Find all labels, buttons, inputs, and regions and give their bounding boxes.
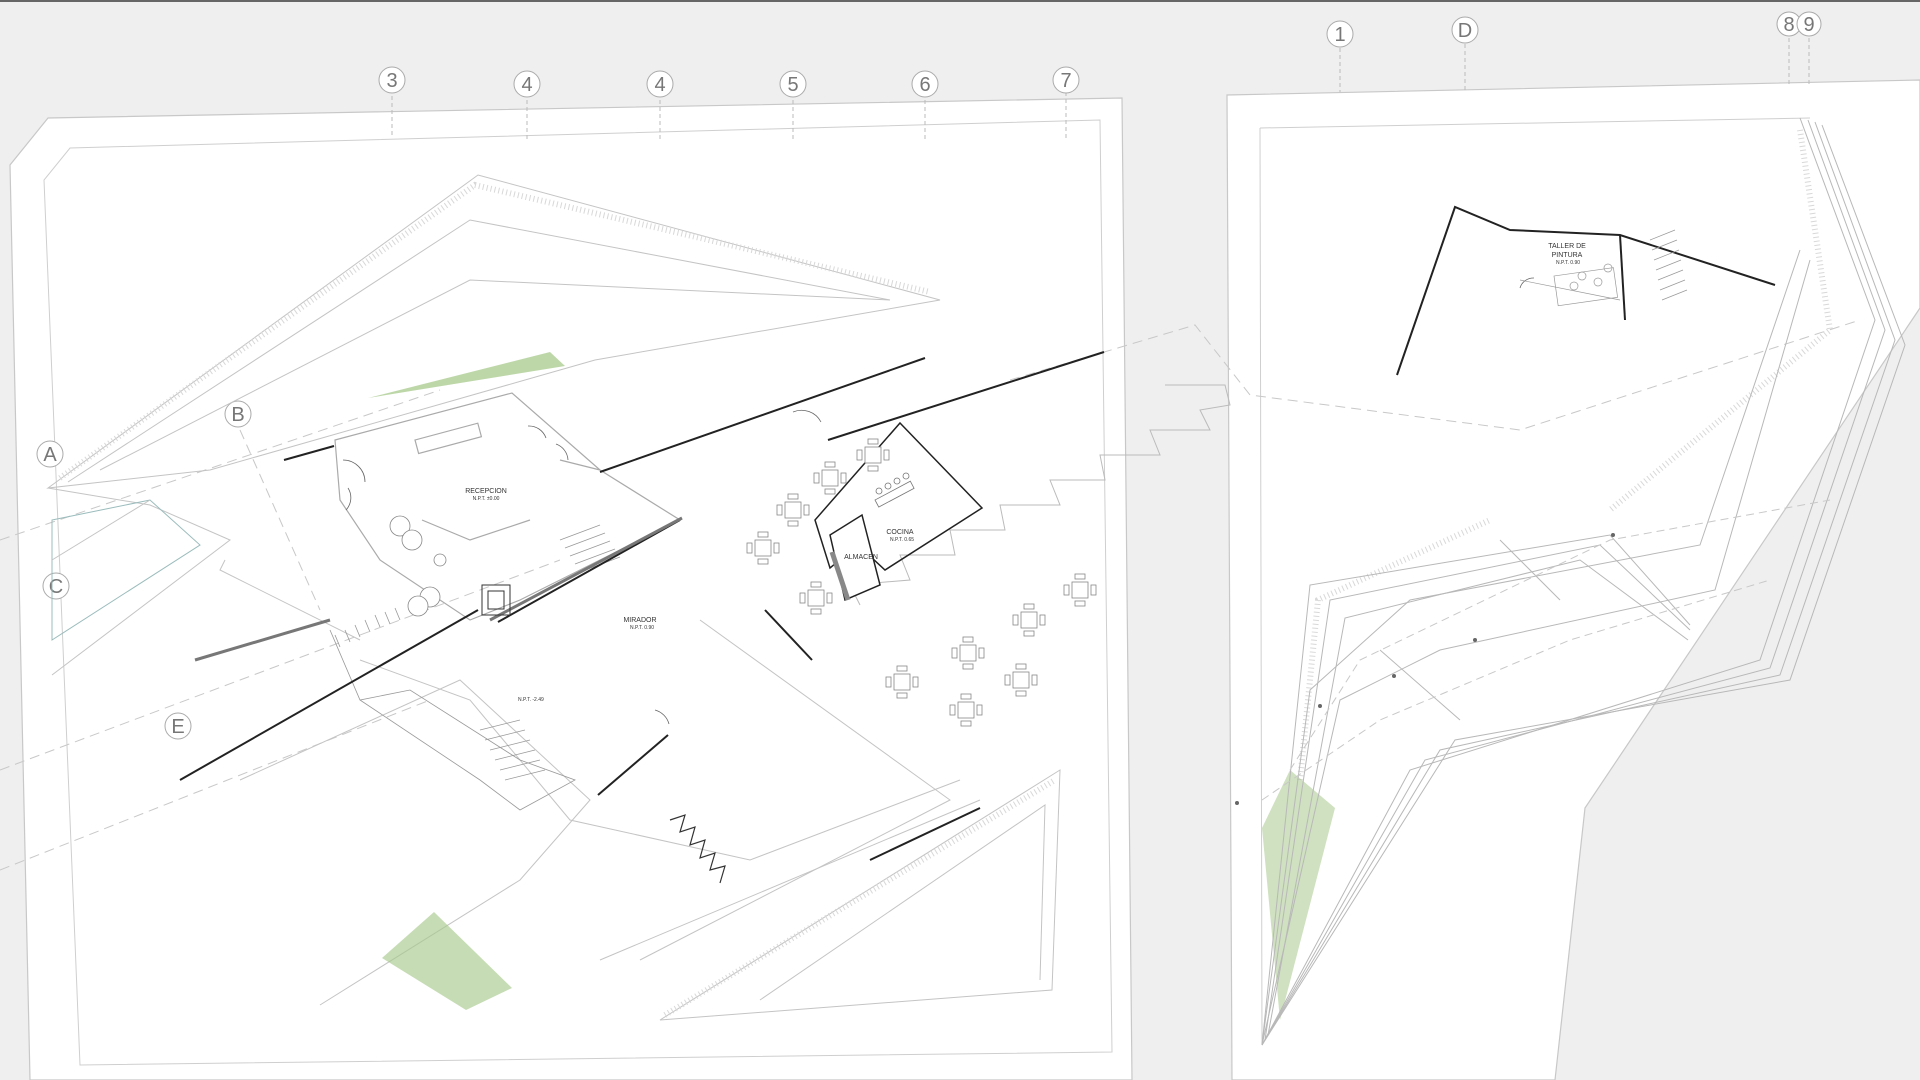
grid-bubble-4a: 4 (513, 70, 541, 98)
grid-bubble-d: D (1451, 16, 1479, 44)
room-label-almacen: ALMACEN (844, 554, 878, 561)
svg-text:A: A (43, 444, 57, 466)
svg-text:5: 5 (787, 74, 798, 96)
svg-text:8: 8 (1783, 14, 1794, 36)
svg-text:COCINA: COCINA (886, 529, 914, 536)
svg-text:C: C (49, 576, 63, 598)
grid-bubble-a: A (36, 440, 64, 468)
svg-text:N.P.T. 0.65: N.P.T. 0.65 (890, 537, 914, 543)
svg-text:4: 4 (654, 74, 665, 96)
grid-bubble-6: 6 (911, 70, 939, 98)
svg-text:RECEPCION: RECEPCION (465, 488, 507, 495)
svg-text:N.P.T. 0.90: N.P.T. 0.90 (1556, 260, 1580, 266)
site-plate-left (9, 97, 1133, 1080)
svg-text:N.P.T. ±0.00: N.P.T. ±0.00 (473, 496, 500, 502)
grid-bubble-4b: 4 (646, 70, 674, 98)
svg-text:ALMACEN: ALMACEN (844, 554, 878, 561)
svg-text:N.P.T. -2.49: N.P.T. -2.49 (518, 697, 544, 703)
grid-bubble-1: 1 (1326, 20, 1354, 48)
grid-bubble-5: 5 (779, 70, 807, 98)
grid-bubble-3: 3 (378, 66, 406, 94)
svg-text:6: 6 (919, 74, 930, 96)
floor-plan-drawing: 3 4 4 5 6 7 1 D 8 9 A B C E RECEPCION N.… (0, 0, 1920, 1080)
svg-text:4: 4 (521, 74, 532, 96)
grid-bubble-7: 7 (1052, 66, 1080, 94)
svg-text:7: 7 (1060, 70, 1071, 92)
grid-bubble-c: C (42, 572, 70, 600)
svg-text:1: 1 (1334, 24, 1345, 46)
grid-bubble-9: 9 (1796, 11, 1822, 37)
svg-text:TALLER DE: TALLER DE (1548, 243, 1586, 250)
svg-text:MIRADOR: MIRADOR (623, 617, 656, 624)
grid-bubble-e: E (164, 712, 192, 740)
level-mark-lower: N.P.T. -2.49 (518, 697, 544, 703)
svg-text:9: 9 (1803, 14, 1814, 36)
grid-bubble-b: B (224, 400, 252, 428)
svg-text:3: 3 (386, 70, 397, 92)
svg-text:E: E (171, 716, 184, 738)
svg-text:PINTURA: PINTURA (1552, 252, 1583, 259)
svg-text:N.P.T. 0.90: N.P.T. 0.90 (630, 625, 654, 631)
svg-text:D: D (1458, 20, 1472, 42)
svg-text:B: B (231, 404, 244, 426)
